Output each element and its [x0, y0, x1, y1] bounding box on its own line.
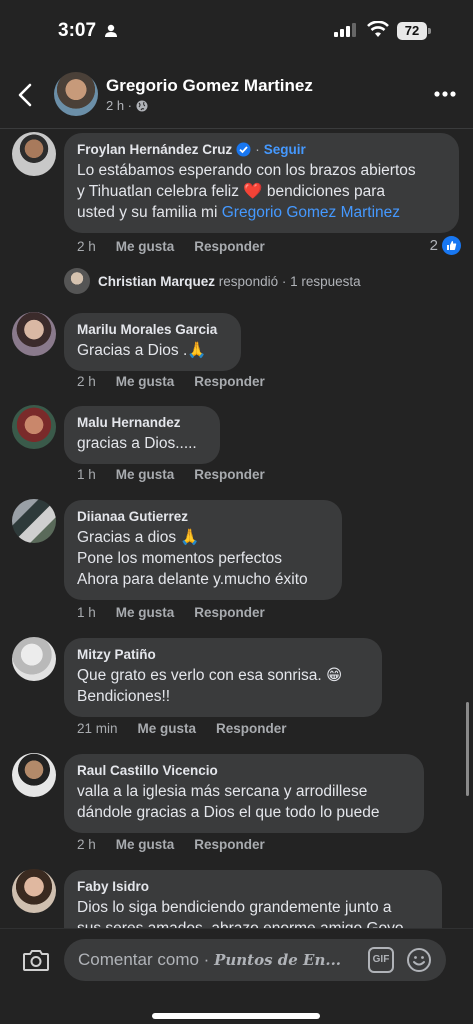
- commenter-name[interactable]: Faby Isidro: [77, 879, 428, 894]
- like-button[interactable]: Me gusta: [138, 721, 197, 736]
- comment-bubble[interactable]: Froylan Hernández Cruz · Seguir Lo estáb…: [64, 133, 459, 233]
- comment-time: 2 h: [77, 837, 96, 852]
- reaction-count: 2: [429, 237, 438, 254]
- header-divider: [0, 128, 473, 129]
- reply-button[interactable]: Responder: [194, 837, 265, 852]
- signal-icon: [334, 23, 356, 37]
- comment-input[interactable]: Comentar como · Puntos de En... GIF: [64, 939, 446, 981]
- comment-actions: 2 h Me gusta Responder: [77, 837, 265, 852]
- commenter-avatar[interactable]: [12, 499, 56, 543]
- comment-time: 2 h: [77, 374, 96, 389]
- post-time: 2 h ·: [106, 98, 133, 113]
- comment-time: 1 h: [77, 605, 96, 620]
- replies-link[interactable]: Christian Marquez respondió · 1 respuest…: [64, 268, 361, 294]
- heart-emoji: ❤️: [243, 183, 263, 200]
- comment-actions: 1 h Me gusta Responder: [77, 605, 265, 620]
- reply-button[interactable]: Responder: [216, 721, 287, 736]
- battery-level: 72: [397, 22, 427, 40]
- post-header: Gregorio Gomez Martinez 2 h ·: [0, 62, 473, 126]
- commenter-name[interactable]: Marilu Morales Garcia: [77, 322, 227, 337]
- commenter-avatar[interactable]: [12, 312, 56, 356]
- replier-avatar: [64, 268, 90, 294]
- like-button[interactable]: Me gusta: [116, 837, 175, 852]
- status-time: 3:07: [58, 20, 97, 41]
- thumbs-up-icon: [442, 236, 461, 255]
- back-arrow-icon[interactable]: [14, 82, 38, 108]
- comment-actions: 1 h Me gusta Responder: [77, 467, 265, 482]
- input-placeholder: Comentar como ·: [78, 950, 210, 969]
- gif-button[interactable]: GIF: [368, 947, 394, 973]
- comment-actions: 2 h Me gusta Responder: [77, 374, 265, 389]
- comment-bubble[interactable]: Diianaa Gutierrez Gracias a dios 🙏 Pone …: [64, 500, 342, 600]
- commenter-avatar[interactable]: [12, 405, 56, 449]
- comment-text: Gracias a dios 🙏 Pone los momentos perfe…: [77, 529, 308, 588]
- comment-actions: 2 h Me gusta Responder: [77, 239, 265, 254]
- reply-button[interactable]: Responder: [194, 239, 265, 254]
- comment-bubble[interactable]: Malu Hernandez gracias a Dios.....: [64, 406, 220, 464]
- post-meta: 2 h ·: [106, 98, 148, 113]
- mention-link[interactable]: Gregorio Gomez Martinez: [222, 204, 400, 221]
- comment-time: 2 h: [77, 239, 96, 254]
- comment-composer: Comentar como · Puntos de En... GIF: [0, 928, 473, 1024]
- page-name: Puntos de En...: [214, 951, 342, 969]
- person-icon: [105, 24, 117, 37]
- comment-time: 21 min: [77, 721, 118, 736]
- reply-button[interactable]: Responder: [194, 467, 265, 482]
- commenter-avatar[interactable]: [12, 637, 56, 681]
- comment-bubble[interactable]: Marilu Morales Garcia Gracias a Dios .🙏: [64, 313, 241, 371]
- like-button[interactable]: Me gusta: [116, 605, 175, 620]
- author-name[interactable]: Gregorio Gomez Martinez: [106, 76, 313, 96]
- scrollbar[interactable]: [466, 702, 469, 796]
- like-button[interactable]: Me gusta: [116, 239, 175, 254]
- commenter-name[interactable]: Raul Castillo Vicencio: [77, 763, 410, 778]
- comment-text: Lo estábamos esperando con los brazos ab…: [77, 162, 416, 221]
- author-avatar[interactable]: [54, 72, 98, 116]
- follow-button[interactable]: Seguir: [264, 142, 306, 157]
- commenter-name[interactable]: Diianaa Gutierrez: [77, 509, 328, 524]
- battery-icon: 72: [397, 22, 431, 40]
- comment-time: 1 h: [77, 467, 96, 482]
- more-options-icon[interactable]: [433, 90, 457, 98]
- verified-badge-icon: [236, 142, 251, 157]
- home-indicator: [152, 1013, 320, 1019]
- commenter-name[interactable]: Mitzy Patiño: [77, 647, 368, 662]
- commenter-name[interactable]: Malu Hernandez: [77, 415, 206, 430]
- commenter-avatar[interactable]: [12, 132, 56, 176]
- like-button[interactable]: Me gusta: [116, 374, 175, 389]
- reply-button[interactable]: Responder: [194, 374, 265, 389]
- replier-name: Christian Marquez: [98, 273, 216, 289]
- commenter-name[interactable]: Froylan Hernández Cruz: [77, 142, 232, 157]
- emoji-icon[interactable]: [406, 947, 432, 973]
- comment-text: Gracias a Dios .🙏: [77, 342, 207, 359]
- comment-text: Que grato es verlo con esa sonrisa. 😁 Be…: [77, 667, 343, 705]
- comment-actions: 21 min Me gusta Responder: [77, 721, 287, 736]
- status-bar: 3:07 72: [0, 0, 473, 58]
- reply-button[interactable]: Responder: [194, 605, 265, 620]
- comment-text: gracias a Dios.....: [77, 435, 197, 452]
- commenter-avatar[interactable]: [12, 869, 56, 913]
- comment-bubble[interactable]: Raul Castillo Vicencio valla a la iglesi…: [64, 754, 424, 833]
- globe-icon: [136, 100, 148, 111]
- reaction-summary[interactable]: 2: [430, 236, 461, 255]
- wifi-icon: [367, 21, 389, 37]
- commenter-avatar[interactable]: [12, 753, 56, 797]
- camera-icon[interactable]: [22, 947, 50, 973]
- comment-text: valla a la iglesia más sercana y arrodil…: [77, 783, 380, 821]
- like-button[interactable]: Me gusta: [116, 467, 175, 482]
- comment-bubble[interactable]: Mitzy Patiño Que grato es verlo con esa …: [64, 638, 382, 717]
